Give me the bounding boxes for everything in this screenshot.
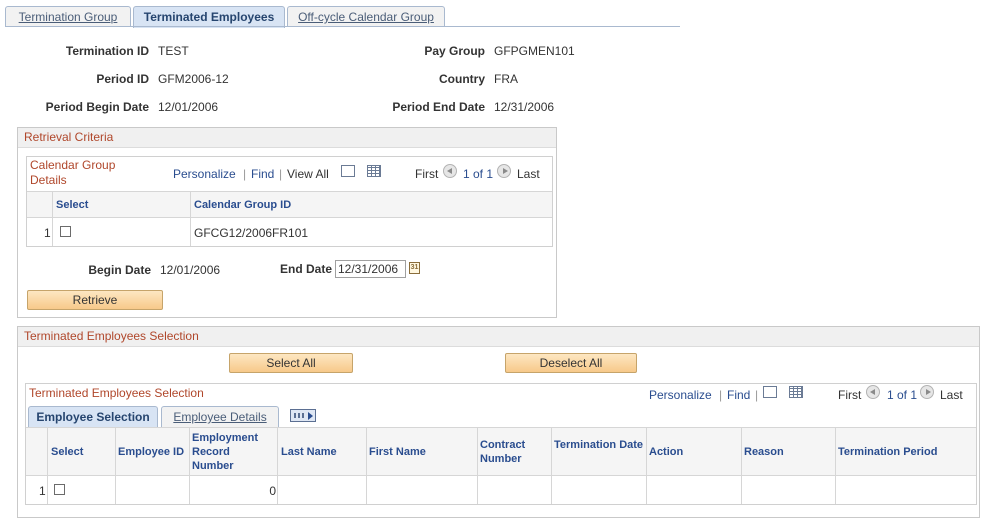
- column-divider: [741, 427, 742, 504]
- period-end-date-label: Period End Date: [392, 100, 485, 114]
- previous-row-icon[interactable]: [443, 164, 457, 178]
- select-all-button[interactable]: Select All: [229, 353, 353, 373]
- download-grid-icon[interactable]: [789, 386, 803, 398]
- separator: |: [755, 388, 759, 402]
- tab-employee-selection[interactable]: Employee Selection: [28, 406, 158, 427]
- calendar-group-id-value: GFCG12/2006FR101: [194, 226, 309, 240]
- last-label: Last: [517, 167, 540, 181]
- period-begin-date-label: Period Begin Date: [45, 100, 149, 114]
- end-date-label: End Date: [279, 262, 332, 276]
- column-header-employee-id[interactable]: Employee ID: [118, 445, 184, 459]
- terminated-grid-title: Terminated Employees Selection: [29, 386, 204, 400]
- pay-group-label: Pay Group: [424, 44, 485, 58]
- tab-termination-group[interactable]: Termination Group: [5, 6, 131, 27]
- end-date-input[interactable]: [335, 260, 406, 278]
- country-label: Country: [439, 72, 485, 86]
- column-divider: [646, 427, 647, 504]
- select-checkbox[interactable]: [54, 484, 65, 495]
- column-header-select[interactable]: Select: [51, 445, 83, 459]
- tab-off-cycle-calendar-group[interactable]: Off-cycle Calendar Group: [287, 6, 445, 27]
- calendar-icon[interactable]: 31: [409, 262, 420, 274]
- column-divider: [115, 427, 116, 504]
- terminated-employees-title: Terminated Employees Selection: [18, 327, 979, 347]
- period-begin-date-value: 12/01/2006: [158, 100, 219, 114]
- next-row-icon[interactable]: [920, 385, 934, 399]
- first-label: First: [838, 388, 862, 402]
- column-header-contract-number[interactable]: Contract Number: [480, 438, 548, 466]
- column-divider: [47, 427, 48, 504]
- column-divider: [835, 427, 836, 504]
- deselect-all-button[interactable]: Deselect All: [505, 353, 637, 373]
- period-id-value: GFM2006-12: [158, 72, 229, 86]
- column-header-first-name[interactable]: First Name: [369, 445, 426, 459]
- new-window-icon[interactable]: [763, 386, 777, 398]
- find-link[interactable]: Find: [727, 388, 750, 402]
- personalize-link[interactable]: Personalize: [173, 167, 236, 181]
- view-all-link[interactable]: View All: [287, 167, 329, 181]
- column-divider: [551, 427, 552, 504]
- column-header-termination-date[interactable]: Termination Date: [554, 438, 644, 452]
- tab-employee-details[interactable]: Employee Details: [161, 406, 279, 427]
- separator: |: [279, 167, 283, 181]
- separator: |: [243, 167, 247, 181]
- show-all-columns-icon[interactable]: [290, 409, 316, 422]
- column-divider: [190, 191, 191, 246]
- personalize-link[interactable]: Personalize: [649, 388, 712, 402]
- previous-row-icon[interactable]: [866, 385, 880, 399]
- termination-id-label: Termination ID: [65, 44, 149, 58]
- column-header-last-name[interactable]: Last Name: [281, 445, 337, 459]
- row-count: 1 of 1: [463, 167, 494, 181]
- last-label: Last: [940, 388, 963, 402]
- row-number: 1: [39, 484, 46, 498]
- column-header-reason[interactable]: Reason: [744, 445, 784, 459]
- row-number: 1: [44, 226, 51, 240]
- column-header-calendar-group-id[interactable]: Calendar Group ID: [194, 198, 291, 212]
- employment-record-number-value: 0: [269, 484, 276, 498]
- column-divider: [477, 427, 478, 504]
- separator: |: [719, 388, 723, 402]
- column-header-select[interactable]: Select: [56, 198, 88, 212]
- next-row-icon[interactable]: [497, 164, 511, 178]
- calendar-group-grid-title: Calendar Group Details: [30, 158, 116, 187]
- column-header-action[interactable]: Action: [649, 445, 683, 459]
- termination-id-value: TEST: [158, 44, 189, 58]
- column-header-termination-period[interactable]: Termination Period: [838, 445, 937, 459]
- begin-date-value: 12/01/2006: [160, 263, 221, 277]
- tab-terminated-employees[interactable]: Terminated Employees: [133, 6, 285, 28]
- retrieve-button[interactable]: Retrieve: [27, 290, 163, 310]
- download-grid-icon[interactable]: [367, 165, 381, 177]
- pay-group-value: GFPGMEN101: [494, 44, 575, 58]
- begin-date-label: Begin Date: [88, 263, 151, 277]
- country-value: FRA: [494, 72, 518, 86]
- retrieval-criteria-title: Retrieval Criteria: [18, 128, 556, 148]
- new-window-icon[interactable]: [341, 165, 355, 177]
- column-divider: [52, 191, 53, 246]
- find-link[interactable]: Find: [251, 167, 274, 181]
- period-id-label: Period ID: [96, 72, 149, 86]
- tab-bar-divider: [5, 26, 680, 27]
- column-divider: [366, 427, 367, 504]
- select-checkbox[interactable]: [60, 226, 71, 237]
- column-header-employment-record-number[interactable]: Employment Record Number: [192, 431, 272, 473]
- first-label: First: [415, 167, 439, 181]
- column-divider: [277, 427, 278, 504]
- row-count: 1 of 1: [887, 388, 918, 402]
- period-end-date-value: 12/31/2006: [494, 100, 555, 114]
